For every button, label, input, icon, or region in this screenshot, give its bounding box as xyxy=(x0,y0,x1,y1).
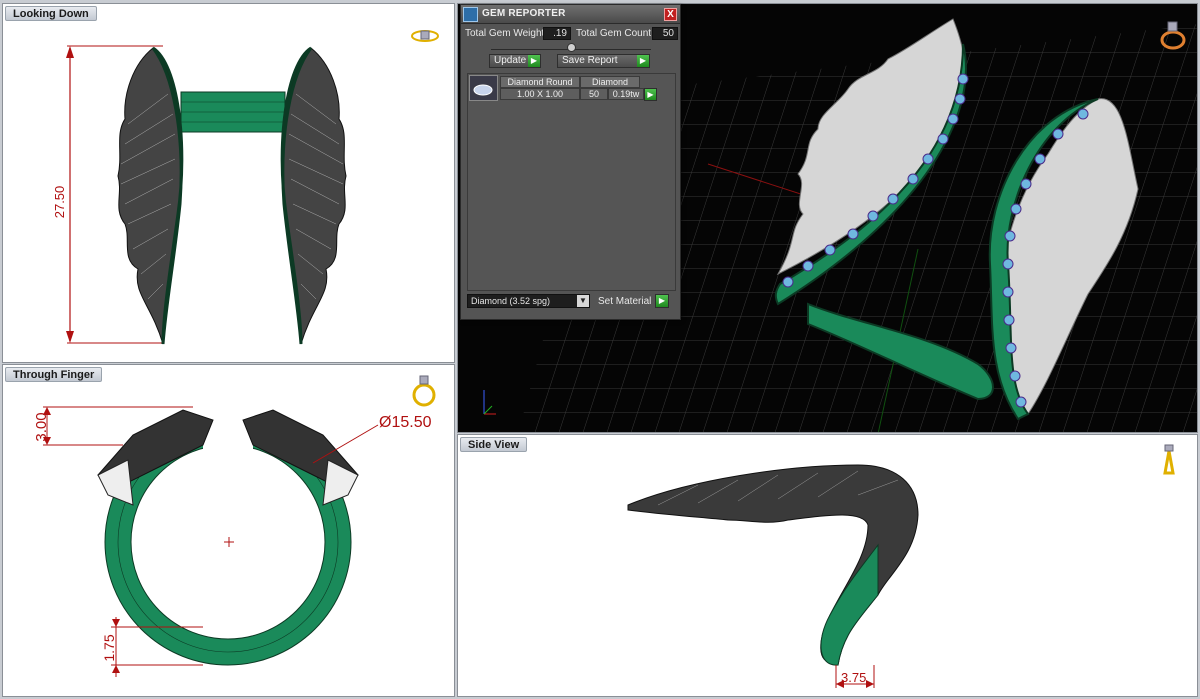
set-material-button[interactable]: ▶ xyxy=(655,294,669,308)
update-button[interactable]: Update ▶ xyxy=(489,54,541,68)
gem-row-go-button[interactable]: ▶ xyxy=(644,88,657,101)
ring-perspective-orientation-icon xyxy=(1160,21,1186,50)
total-gem-count-label: Total Gem Count xyxy=(576,28,652,39)
dimension-diameter: Ø15.50 xyxy=(379,414,432,431)
diamond-round-icon xyxy=(469,75,498,101)
chevron-down-icon: ▼ xyxy=(577,295,589,307)
axis-indicator-icon xyxy=(483,390,496,415)
gem-weight-cell: 0.19tw xyxy=(608,88,644,100)
viewport-looking-down[interactable]: 27.50 Looking Down xyxy=(2,3,455,363)
material-select-value: Diamond (3.52 spg) xyxy=(471,296,551,306)
go-arrow-icon: ▶ xyxy=(637,55,649,67)
viewport-side-view[interactable]: 3.75 Side View xyxy=(457,434,1198,697)
gem-size-cell: 1.00 X 1.00 xyxy=(500,88,580,100)
gem-type-header: Diamond Round xyxy=(500,76,580,88)
gem-material-header: Diamond xyxy=(580,76,640,88)
looking-down-render: 27.50 xyxy=(52,45,347,345)
material-select[interactable]: Diamond (3.52 spg) ▼ xyxy=(467,294,590,308)
gem-reporter-titlebar[interactable]: GEM REPORTER X xyxy=(461,5,680,24)
through-finger-render: 3.00 Ø15.50 1.75 xyxy=(33,405,432,677)
dimension-27-50: 27.50 xyxy=(52,186,67,219)
save-report-button-label: Save Report xyxy=(562,55,618,66)
viewport-title: Looking Down xyxy=(5,6,97,21)
total-gem-weight-label: Total Gem Weight xyxy=(465,28,545,39)
set-material-label: Set Material xyxy=(598,296,652,307)
gem-reporter-panel[interactable]: GEM REPORTER X Total Gem Weight .19 Tota… xyxy=(460,4,681,320)
side-view-render: 3.75 xyxy=(627,464,919,688)
viewport-title: Through Finger xyxy=(5,367,103,382)
close-button[interactable]: X xyxy=(664,8,677,21)
total-gem-count-value: 50 xyxy=(652,27,678,40)
total-gem-weight-value: .19 xyxy=(543,27,571,40)
gem-list[interactable]: Diamond Round Diamond 1.00 X 1.00 50 0.1… xyxy=(467,73,676,291)
dimension-3-00: 3.00 xyxy=(33,412,50,441)
go-arrow-icon: ▶ xyxy=(645,89,656,100)
gem-reporter-title: GEM REPORTER xyxy=(482,8,566,19)
gem-count-cell: 50 xyxy=(580,88,608,100)
dimension-1-75: 1.75 xyxy=(101,634,117,661)
ring-front-orientation-icon xyxy=(412,375,436,407)
viewport-title: Side View xyxy=(460,437,528,452)
go-arrow-icon: ▶ xyxy=(656,295,668,307)
update-button-label: Update xyxy=(494,55,527,66)
slider-knob[interactable] xyxy=(567,43,576,52)
ring-top-orientation-icon xyxy=(411,30,439,42)
dimension-3-75: 3.75 xyxy=(841,670,866,685)
save-report-button[interactable]: Save Report ▶ xyxy=(557,54,650,68)
viewport-through-finger[interactable]: 3.00 Ø15.50 1.75 Through Finger xyxy=(2,364,455,697)
ring-side-orientation-icon xyxy=(1163,444,1175,475)
go-arrow-icon: ▶ xyxy=(528,55,540,67)
gem-reporter-logo-icon xyxy=(463,7,478,22)
